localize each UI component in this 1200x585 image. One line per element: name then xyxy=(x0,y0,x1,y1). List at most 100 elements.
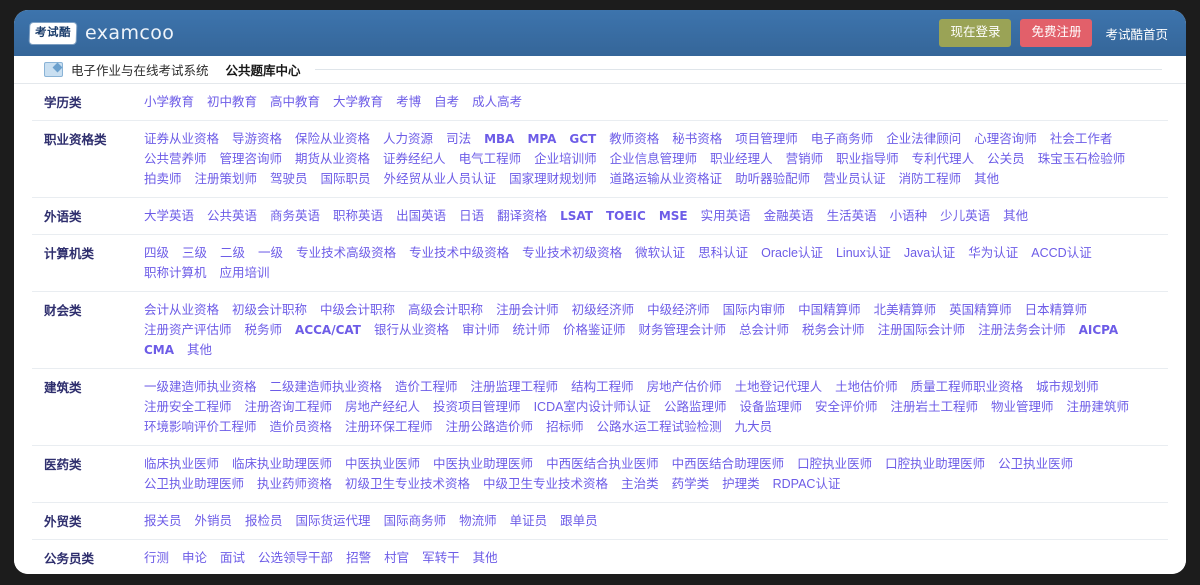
category-link[interactable]: 护理类 xyxy=(722,475,760,494)
category-link[interactable]: 中级经济师 xyxy=(647,301,710,320)
category-link[interactable]: 银行从业资格 xyxy=(374,321,449,340)
category-link[interactable]: LSAT xyxy=(560,207,593,226)
category-link[interactable]: 北美精算师 xyxy=(874,301,937,320)
category-link[interactable]: 公路水运工程试验检测 xyxy=(597,418,722,437)
category-link[interactable]: 证券经纪人 xyxy=(383,150,446,169)
category-link[interactable]: 公关员 xyxy=(987,150,1025,169)
category-link[interactable]: 造价员资格 xyxy=(270,418,333,437)
category-link[interactable]: 公共营养师 xyxy=(144,150,207,169)
category-link[interactable]: 结构工程师 xyxy=(571,378,634,397)
category-link[interactable]: 珠宝玉石检验师 xyxy=(1038,150,1126,169)
category-link[interactable]: 外销员 xyxy=(195,512,233,531)
category-link[interactable]: MBA xyxy=(484,130,514,149)
category-link[interactable]: RDPAC认证 xyxy=(773,475,841,494)
category-link[interactable]: 小语种 xyxy=(890,207,928,226)
category-link[interactable]: 九大员 xyxy=(735,418,773,437)
category-link[interactable]: 物流师 xyxy=(459,512,497,531)
category-link[interactable]: TOEIC xyxy=(606,207,646,226)
category-link[interactable]: 出国英语 xyxy=(396,207,446,226)
category-link[interactable]: 主治类 xyxy=(621,475,659,494)
category-link[interactable]: 公路监理师 xyxy=(664,398,727,417)
category-link[interactable]: Linux认证 xyxy=(836,244,891,263)
category-link[interactable]: 初中教育 xyxy=(207,93,257,112)
category-link[interactable]: 保险从业资格 xyxy=(295,130,370,149)
category-link[interactable]: Oracle认证 xyxy=(761,244,823,263)
category-link[interactable]: 注册环保工程师 xyxy=(345,418,433,437)
category-link[interactable]: 考博 xyxy=(396,93,421,112)
category-link[interactable]: 注册资产评估师 xyxy=(144,321,232,340)
category-link[interactable]: 华为认证 xyxy=(968,244,1018,263)
category-link[interactable]: 中医执业医师 xyxy=(345,455,420,474)
category-link[interactable]: 中国精算师 xyxy=(798,301,861,320)
category-link[interactable]: 其他 xyxy=(1003,207,1028,226)
category-link[interactable]: 微软认证 xyxy=(635,244,685,263)
category-link[interactable]: 其他 xyxy=(473,549,498,568)
category-link[interactable]: 审计师 xyxy=(462,321,500,340)
category-link[interactable]: 注册策划师 xyxy=(195,170,258,189)
category-link[interactable]: 会计从业资格 xyxy=(144,301,219,320)
category-link[interactable]: 大学英语 xyxy=(144,207,194,226)
category-link[interactable]: 成人高考 xyxy=(472,93,522,112)
category-link[interactable]: 司法 xyxy=(446,130,471,149)
register-button[interactable]: 免费注册 xyxy=(1020,19,1093,47)
category-link[interactable]: 临床执业医师 xyxy=(144,455,219,474)
category-link[interactable]: 职称英语 xyxy=(333,207,383,226)
category-link[interactable]: ICDA室内设计师认证 xyxy=(534,398,651,417)
login-button[interactable]: 现在登录 xyxy=(939,19,1012,47)
category-link[interactable]: 执业药师资格 xyxy=(257,475,332,494)
category-link[interactable]: 注册公路造价师 xyxy=(446,418,534,437)
category-link[interactable]: 拍卖师 xyxy=(144,170,182,189)
category-link[interactable]: 招警 xyxy=(346,549,371,568)
category-link[interactable]: 一级建造师执业资格 xyxy=(144,378,257,397)
category-link[interactable]: 单证员 xyxy=(510,512,548,531)
category-link[interactable]: 注册国际会计师 xyxy=(878,321,966,340)
category-link[interactable]: 助听器验配师 xyxy=(735,170,810,189)
category-link[interactable]: 导游资格 xyxy=(232,130,282,149)
category-link[interactable]: 一级 xyxy=(258,244,283,263)
category-link[interactable]: 面试 xyxy=(220,549,245,568)
category-link[interactable]: MSE xyxy=(659,207,688,226)
category-link[interactable]: 应用培训 xyxy=(220,264,270,283)
category-link[interactable]: 国际内审师 xyxy=(723,301,786,320)
category-link[interactable]: 招标师 xyxy=(546,418,584,437)
category-link[interactable]: 其他 xyxy=(974,170,999,189)
category-link[interactable]: 国家理财规划师 xyxy=(509,170,597,189)
category-link[interactable]: 专业技术高级资格 xyxy=(296,244,396,263)
category-link[interactable]: 四级 xyxy=(144,244,169,263)
category-link[interactable]: 期货从业资格 xyxy=(295,150,370,169)
category-link[interactable]: Java认证 xyxy=(904,244,955,263)
category-link[interactable]: 税务会计师 xyxy=(802,321,865,340)
category-link[interactable]: 总会计师 xyxy=(739,321,789,340)
category-link[interactable]: MPA xyxy=(527,130,556,149)
category-link[interactable]: 思科认证 xyxy=(698,244,748,263)
category-link[interactable]: 企业培训师 xyxy=(534,150,597,169)
category-link[interactable]: 质量工程师职业资格 xyxy=(911,378,1024,397)
category-link[interactable]: 注册咨询工程师 xyxy=(245,398,333,417)
category-link[interactable]: 房地产估价师 xyxy=(647,378,722,397)
category-link[interactable]: 翻译资格 xyxy=(497,207,547,226)
category-link[interactable]: 自考 xyxy=(434,93,459,112)
category-link[interactable]: 二级 xyxy=(220,244,245,263)
category-link[interactable]: 人力资源 xyxy=(383,130,433,149)
home-link[interactable]: 考试酷首页 xyxy=(1101,24,1172,43)
category-link[interactable]: 初级卫生专业技术资格 xyxy=(345,475,470,494)
category-link[interactable]: 日本精算师 xyxy=(1025,301,1088,320)
category-link[interactable]: 企业法律顾问 xyxy=(886,130,961,149)
category-link[interactable]: 公选领导干部 xyxy=(258,549,333,568)
category-link[interactable]: 注册法务会计师 xyxy=(978,321,1066,340)
category-link[interactable]: 房地产经纪人 xyxy=(345,398,420,417)
category-link[interactable]: 初级经济师 xyxy=(572,301,635,320)
category-link[interactable]: 高级会计职称 xyxy=(408,301,483,320)
category-link[interactable]: 社会工作者 xyxy=(1050,130,1113,149)
category-link[interactable]: 药学类 xyxy=(672,475,710,494)
category-link[interactable]: 环境影响评价工程师 xyxy=(144,418,257,437)
category-link[interactable]: 国际商务师 xyxy=(384,512,447,531)
category-link[interactable]: 财务管理会计师 xyxy=(639,321,727,340)
category-link[interactable]: 公卫执业助理医师 xyxy=(144,475,244,494)
category-link[interactable]: 英国精算师 xyxy=(949,301,1012,320)
category-link[interactable]: 注册会计师 xyxy=(496,301,559,320)
category-link[interactable]: AICPA xyxy=(1079,321,1119,340)
category-link[interactable]: 跟单员 xyxy=(560,512,598,531)
category-link[interactable]: 小学教育 xyxy=(144,93,194,112)
category-link[interactable]: 营业员认证 xyxy=(823,170,886,189)
